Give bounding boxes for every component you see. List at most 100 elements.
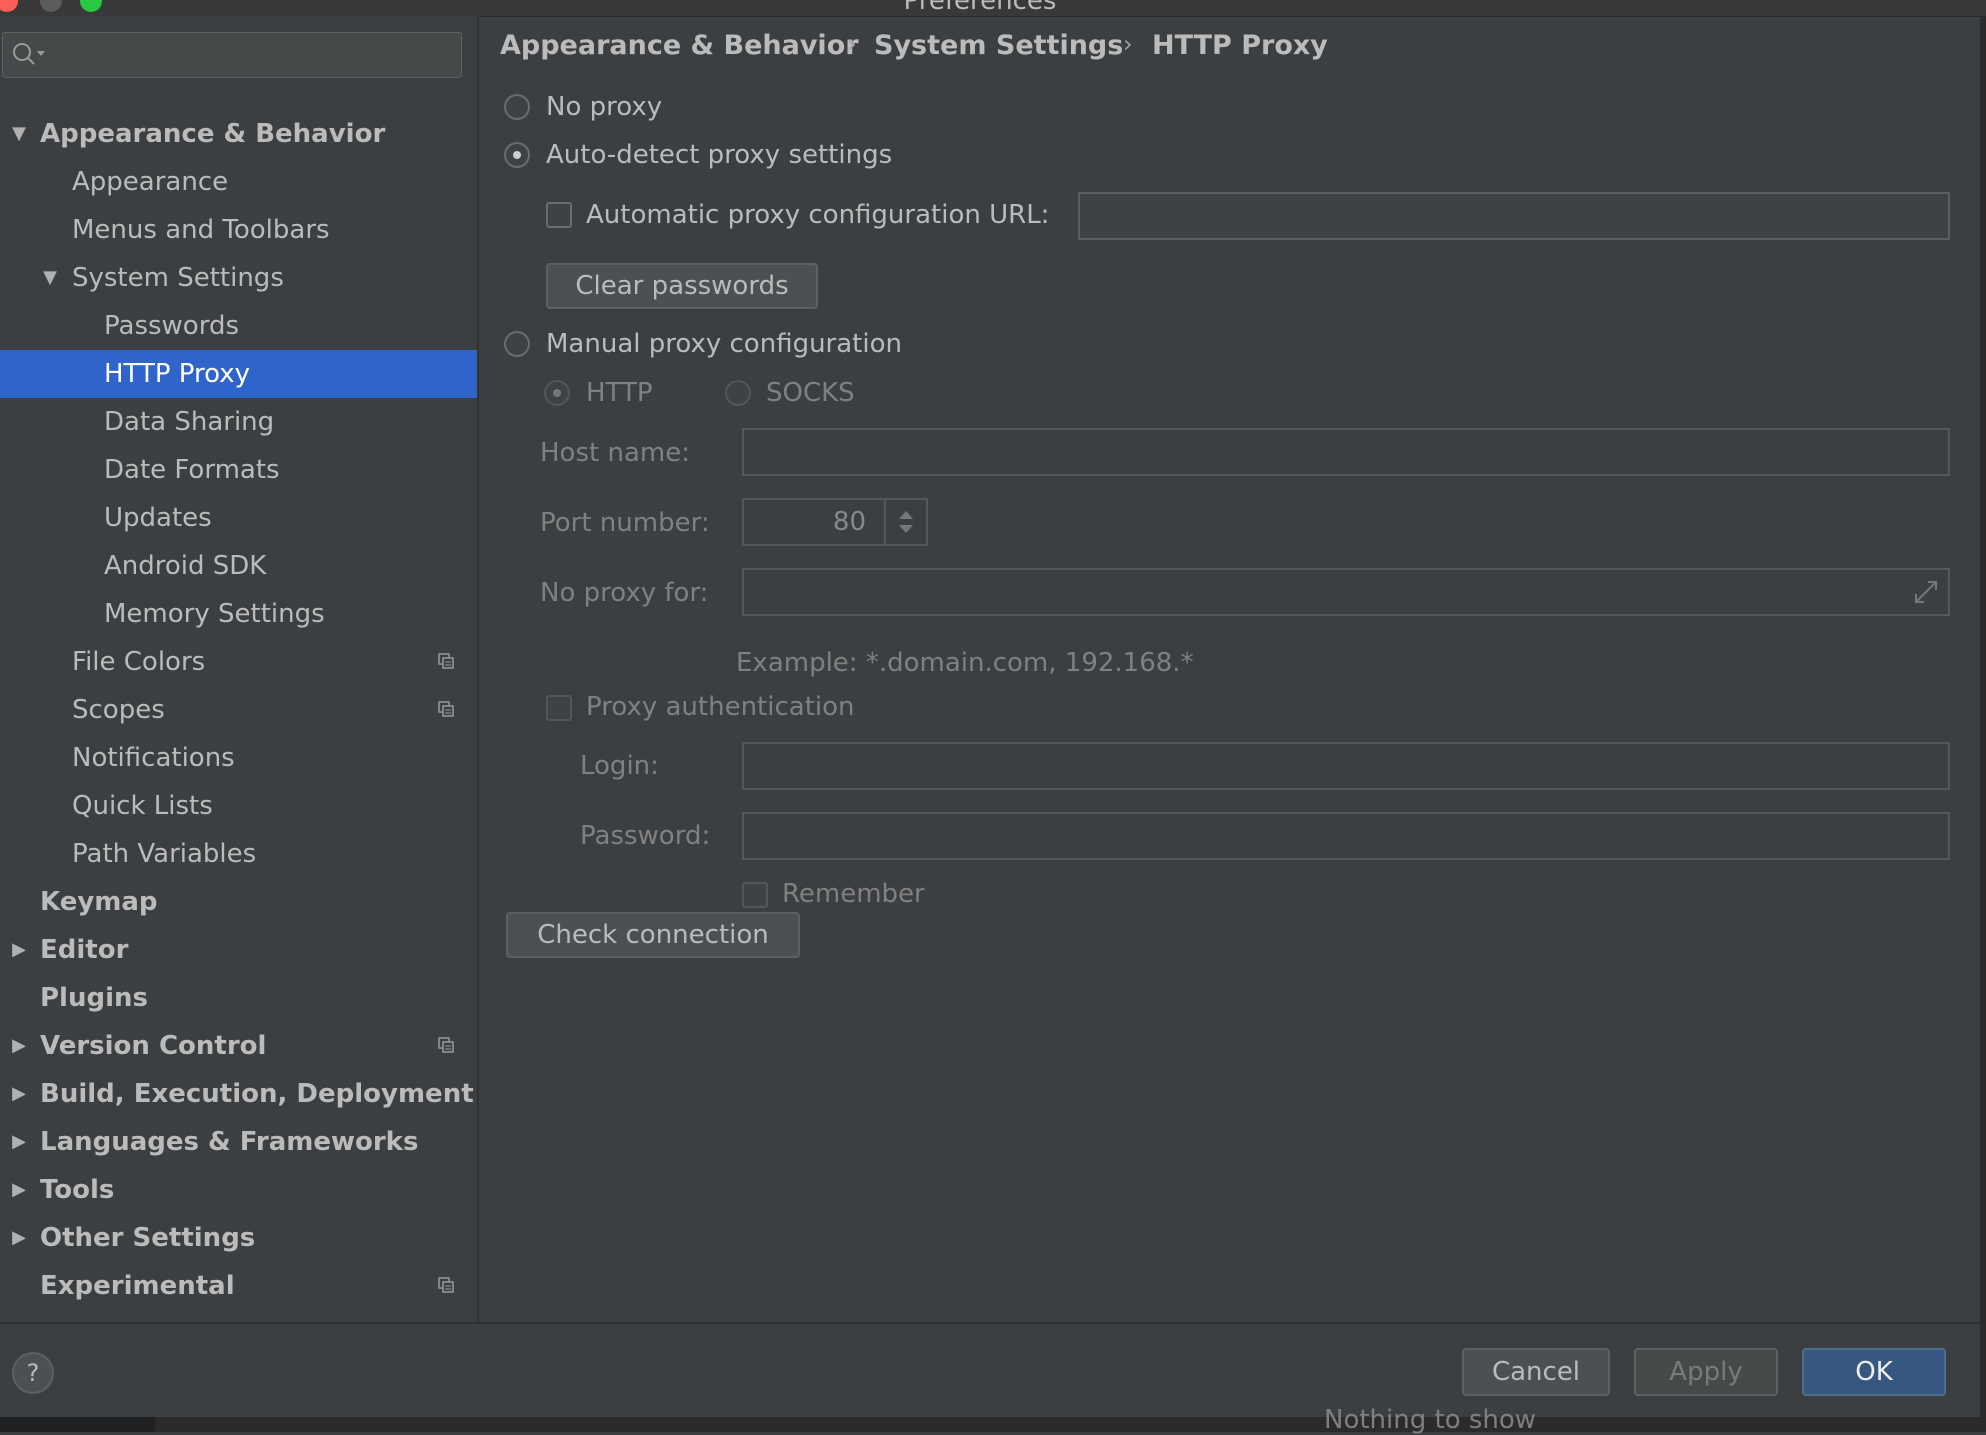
expanded-arrow-icon[interactable]: ▼: [40, 254, 60, 302]
breadcrumb-appearance-behavior[interactable]: Appearance & Behavior: [500, 30, 859, 61]
port-number-label: Port number:: [540, 508, 710, 538]
help-button[interactable]: ?: [12, 1352, 54, 1394]
tree-item-label: Updates: [104, 503, 212, 533]
tree-item-appearance[interactable]: Appearance: [0, 158, 477, 206]
tree-item-plugins[interactable]: Plugins: [0, 974, 477, 1022]
search-icon: [13, 43, 45, 65]
login-input[interactable]: [742, 742, 1950, 790]
tree-item-label: Android SDK: [104, 551, 267, 581]
socks-label[interactable]: SOCKS: [766, 378, 855, 408]
search-field[interactable]: [2, 32, 462, 78]
tree-item-label: Scopes: [72, 695, 165, 725]
collapsed-arrow-icon[interactable]: ▶: [9, 1166, 29, 1214]
collapsed-arrow-icon[interactable]: ▶: [9, 1214, 29, 1262]
tree-item-label: Path Variables: [72, 839, 257, 869]
tree-item-menus-and-toolbars[interactable]: Menus and Toolbars: [0, 206, 477, 254]
tree-item-label: Experimental: [40, 1271, 235, 1301]
tree-item-label: HTTP Proxy: [104, 359, 251, 389]
tree-item-keymap[interactable]: Keymap: [0, 878, 477, 926]
tree-item-languages-frameworks[interactable]: ▶ Languages & Frameworks: [0, 1118, 477, 1166]
clear-passwords-button[interactable]: Clear passwords: [546, 263, 818, 309]
tree-item-label: Keymap: [40, 887, 158, 917]
title-bar: Preferences: [0, 0, 1986, 17]
tree-item-appearance-behavior[interactable]: ▼ Appearance & Behavior: [0, 110, 477, 158]
tree-item-version-control[interactable]: ▶ Version Control: [0, 1022, 477, 1070]
tree-item-other-settings[interactable]: ▶ Other Settings: [0, 1214, 477, 1262]
collapsed-arrow-icon[interactable]: ▶: [9, 1118, 29, 1166]
tree-item-passwords[interactable]: Passwords: [0, 302, 477, 350]
stepper-divider: [884, 500, 886, 544]
http-label[interactable]: HTTP: [586, 378, 653, 408]
tree-item-editor[interactable]: ▶ Editor: [0, 926, 477, 974]
no-proxy-example: Example: *.domain.com, 192.168.*: [736, 648, 1194, 678]
tree-item-label: Memory Settings: [104, 599, 325, 629]
tree-item-http-proxy[interactable]: HTTP Proxy: [0, 350, 477, 398]
background-window-strip: Nothing to show: [0, 1405, 1986, 1435]
auto-config-url-label[interactable]: Automatic proxy configuration URL:: [586, 200, 1049, 230]
settings-sidebar: ▼ Appearance & Behavior Appearance Menus an…: [0, 16, 479, 1322]
tree-item-label: Data Sharing: [104, 407, 275, 437]
tree-item-label: Build, Execution, Deployment: [40, 1079, 474, 1109]
tree-item-label: Quick Lists: [72, 791, 213, 821]
auto-config-url-input[interactable]: [1078, 192, 1950, 240]
background-dark-panel: [0, 1417, 155, 1432]
breadcrumb-system-settings[interactable]: System Settings: [874, 30, 1123, 61]
tree-item-label: Languages & Frameworks: [40, 1127, 419, 1157]
collapsed-arrow-icon[interactable]: ▶: [9, 1070, 29, 1118]
manual-proxy-radio[interactable]: [504, 331, 530, 357]
tree-item-scopes[interactable]: Scopes: [0, 686, 477, 734]
breadcrumb-separator: ›: [847, 30, 857, 58]
check-connection-button[interactable]: Check connection: [506, 912, 800, 958]
tree-item-label: Passwords: [104, 311, 239, 341]
auto-detect-label[interactable]: Auto-detect proxy settings: [546, 140, 892, 170]
tree-item-label: Notifications: [72, 743, 235, 773]
host-name-input[interactable]: [742, 428, 1950, 476]
window-title: Preferences: [903, 0, 1057, 16]
tree-item-date-formats[interactable]: Date Formats: [0, 446, 477, 494]
tree-item-experimental[interactable]: Experimental: [0, 1262, 477, 1310]
cancel-button[interactable]: Cancel: [1462, 1348, 1610, 1396]
auto-config-url-checkbox[interactable]: [546, 202, 572, 228]
search-input[interactable]: [49, 37, 453, 73]
project-level-icon: [438, 653, 454, 669]
tree-item-label: Plugins: [40, 983, 148, 1013]
ok-button[interactable]: OK: [1802, 1348, 1946, 1396]
collapsed-arrow-icon[interactable]: ▶: [9, 1022, 29, 1070]
tree-item-label: Other Settings: [40, 1223, 256, 1253]
tree-item-path-variables[interactable]: Path Variables: [0, 830, 477, 878]
tree-item-build-execution-deployment[interactable]: ▶ Build, Execution, Deployment: [0, 1070, 477, 1118]
auto-detect-radio[interactable]: [504, 142, 530, 168]
remember-checkbox[interactable]: [742, 882, 768, 908]
proxy-auth-label[interactable]: Proxy authentication: [586, 692, 855, 722]
project-level-icon: [438, 1037, 454, 1053]
apply-button[interactable]: Apply: [1634, 1348, 1778, 1396]
breadcrumb-http-proxy: HTTP Proxy: [1152, 30, 1328, 61]
tree-item-label: Menus and Toolbars: [72, 215, 330, 245]
expand-icon[interactable]: [1912, 578, 1940, 606]
expanded-arrow-icon[interactable]: ▼: [9, 110, 29, 158]
no-proxy-label[interactable]: No proxy: [546, 92, 662, 122]
port-number-stepper[interactable]: 80: [742, 498, 928, 546]
tree-item-label: Appearance: [72, 167, 229, 197]
tree-item-system-settings[interactable]: ▼ System Settings: [0, 254, 477, 302]
tree-item-notifications[interactable]: Notifications: [0, 734, 477, 782]
stepper-arrows-icon[interactable]: [896, 508, 916, 536]
tree-item-memory-settings[interactable]: Memory Settings: [0, 590, 477, 638]
no-proxy-radio[interactable]: [504, 94, 530, 120]
remember-label[interactable]: Remember: [782, 879, 925, 909]
password-input[interactable]: [742, 812, 1950, 860]
tree-item-android-sdk[interactable]: Android SDK: [0, 542, 477, 590]
collapsed-arrow-icon[interactable]: ▶: [9, 926, 29, 974]
tree-item-data-sharing[interactable]: Data Sharing: [0, 398, 477, 446]
manual-proxy-label[interactable]: Manual proxy configuration: [546, 329, 902, 359]
tree-item-label: File Colors: [72, 647, 206, 677]
http-radio[interactable]: [544, 380, 570, 406]
tree-item-file-colors[interactable]: File Colors: [0, 638, 477, 686]
no-proxy-for-input[interactable]: [742, 568, 1950, 616]
socks-radio[interactable]: [725, 380, 751, 406]
tree-item-quick-lists[interactable]: Quick Lists: [0, 782, 477, 830]
proxy-auth-checkbox[interactable]: [546, 695, 572, 721]
tree-item-updates[interactable]: Updates: [0, 494, 477, 542]
tree-item-tools[interactable]: ▶ Tools: [0, 1166, 477, 1214]
port-number-value[interactable]: 80: [833, 507, 866, 537]
